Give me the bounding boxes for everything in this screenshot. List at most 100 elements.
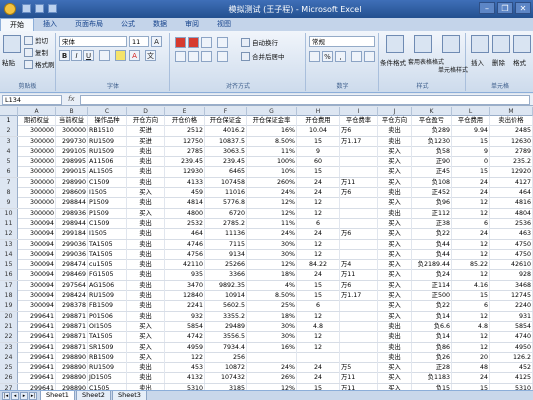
cell[interactable]: 8.50% [247,136,297,147]
cell[interactable]: 卖出 [127,270,165,281]
cell[interactable]: 买入 [378,260,412,271]
cell[interactable]: 买入 [378,167,412,178]
cell[interactable]: 买入 [378,198,412,209]
cell[interactable]: 8.50% [247,291,297,302]
cell[interactable]: cu1505 [88,260,127,271]
cell[interactable]: 4125 [490,373,533,384]
column-header[interactable]: A [18,107,56,116]
cell[interactable]: A11506 [88,157,127,168]
wrap-text-button[interactable]: 自动换行 [241,37,278,47]
sheet-tab-1[interactable]: Sheet1 [40,391,75,400]
cell[interactable]: 16% [247,126,297,137]
cell[interactable]: 万5 [340,363,378,374]
column-header[interactable]: L [452,107,490,116]
cell[interactable]: 负22 [412,229,452,240]
cell[interactable]: 4016.2 [205,126,247,137]
cell[interactable]: 18% [247,311,297,322]
row-number[interactable]: 3 [0,136,18,147]
cell[interactable]: 464 [490,188,533,199]
align-top-button[interactable] [175,37,186,48]
row-number[interactable]: 4 [0,146,18,157]
cell[interactable]: 298890 [56,363,88,374]
cell[interactable]: 卖出 [127,311,165,322]
cell[interactable] [340,157,378,168]
cell[interactable]: JD1505 [88,373,127,384]
cell[interactable]: 24 [452,229,490,240]
cell[interactable]: 300000 [18,146,56,157]
cell[interactable]: 买入 [127,332,165,343]
row-number[interactable]: 16 [0,270,18,281]
cell[interactable]: 453 [165,363,205,374]
cell[interactable]: 卖出 [378,321,412,332]
cell[interactable]: 299036 [56,239,88,250]
cell[interactable]: C1509 [88,218,127,229]
cell[interactable]: 12 [297,311,340,322]
cell[interactable]: 7115 [205,239,247,250]
cell[interactable]: 10837.5 [205,136,247,147]
cell[interactable]: 239.45 [165,157,205,168]
cell[interactable]: 297564 [56,280,88,291]
cell[interactable]: 24 [452,177,490,188]
cell[interactable]: 300000 [18,177,56,188]
cell[interactable]: 30% [247,332,297,343]
cell[interactable]: 买入 [378,157,412,168]
cell[interactable]: 12 [297,208,340,219]
cell[interactable]: 3366 [205,270,247,281]
cell[interactable]: 万11 [340,270,378,281]
cell[interactable]: TA1505 [88,239,127,250]
align-bottom-button[interactable] [201,37,212,48]
cell[interactable]: 4800 [165,208,205,219]
cell[interactable]: 2512 [165,126,205,137]
cell[interactable]: 24% [247,229,297,240]
cell[interactable]: 2485 [490,126,533,137]
cell[interactable]: 买入 [127,321,165,332]
cell[interactable]: 卖出 [127,249,165,260]
cell[interactable]: 24% [247,363,297,374]
cell[interactable]: 12 [452,198,490,209]
row-number[interactable]: 7 [0,177,18,188]
cell[interactable]: 买入 [378,218,412,229]
font-color-button[interactable]: A [129,50,140,61]
cell[interactable]: 负96 [412,198,452,209]
cell[interactable]: 459 [165,188,205,199]
decrease-indent-button[interactable] [217,51,228,62]
cell[interactable]: 买入 [378,280,412,291]
cell[interactable]: 买入 [378,229,412,240]
cell[interactable]: 12 [452,311,490,322]
cell[interactable]: TA1505 [88,249,127,260]
row-number[interactable]: 10 [0,208,18,219]
cell[interactable]: 12 [452,208,490,219]
cell[interactable]: 24 [297,229,340,240]
paste-icon[interactable] [3,35,21,53]
cell[interactable]: 12 [452,342,490,353]
tab-page-layout[interactable]: 页面布局 [66,18,112,31]
cell[interactable]: 24 [452,188,490,199]
cell[interactable]: 卖出 [378,332,412,343]
cell[interactable] [340,146,378,157]
cell[interactable]: 买入 [378,363,412,374]
cell[interactable]: 买入 [378,146,412,157]
currency-button[interactable] [309,51,320,62]
cell[interactable]: 15 [452,136,490,147]
cell[interactable]: 卖出 [127,239,165,250]
column-header[interactable]: I [340,107,378,116]
cell[interactable]: 4.8 [297,321,340,332]
cell[interactable]: 负1230 [412,136,452,147]
cell[interactable]: 464 [165,229,205,240]
cell[interactable]: 3470 [165,280,205,291]
cell[interactable]: 122 [165,352,205,363]
cell[interactable]: 935 [165,270,205,281]
cell[interactable]: 12 [297,332,340,343]
cell[interactable]: 26% [247,373,297,384]
cell[interactable]: 12 [297,239,340,250]
cell[interactable]: 299641 [18,373,56,384]
cell[interactable]: 928 [490,270,533,281]
cell[interactable]: 300000 [18,188,56,199]
cell[interactable]: 300094 [18,260,56,271]
header-cell[interactable]: 当前权益 [56,116,88,126]
cell[interactable]: 299641 [18,342,56,353]
cell[interactable] [340,321,378,332]
cell[interactable]: 卖出 [127,167,165,178]
cell[interactable] [340,301,378,312]
cell[interactable]: 买入 [378,311,412,322]
